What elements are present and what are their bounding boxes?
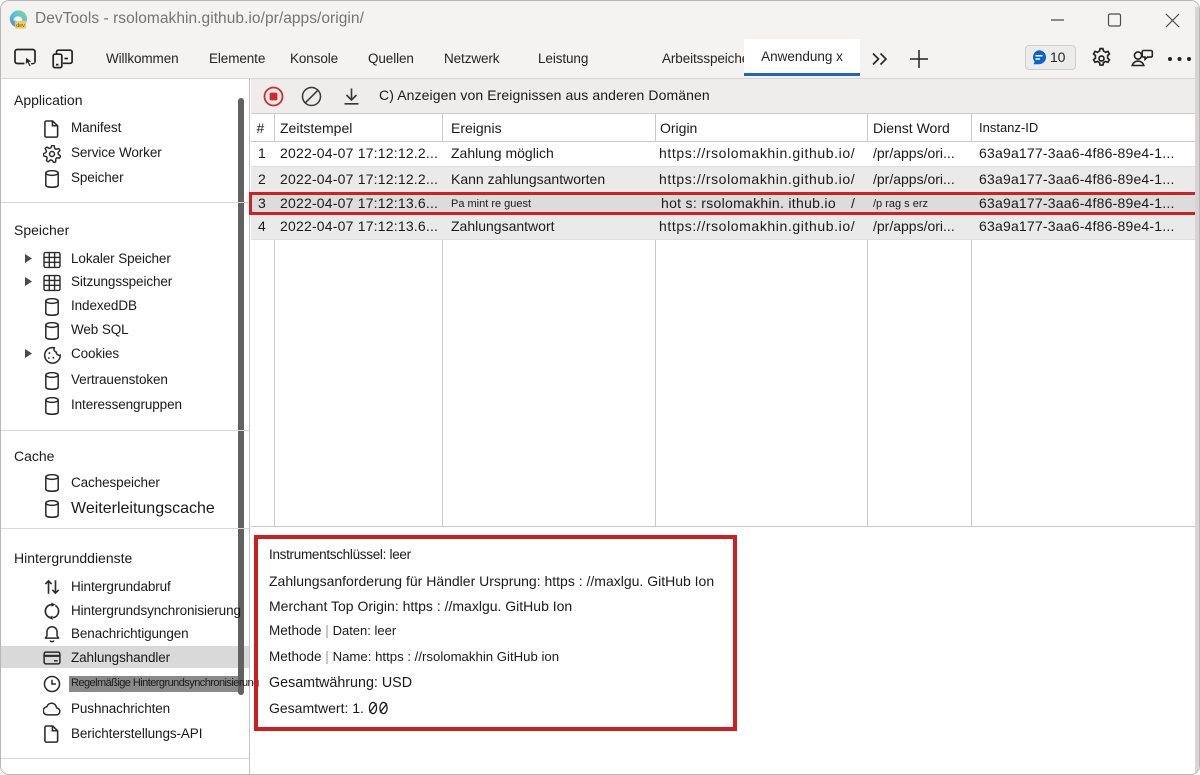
svg-text:dev: dev [16, 23, 25, 29]
